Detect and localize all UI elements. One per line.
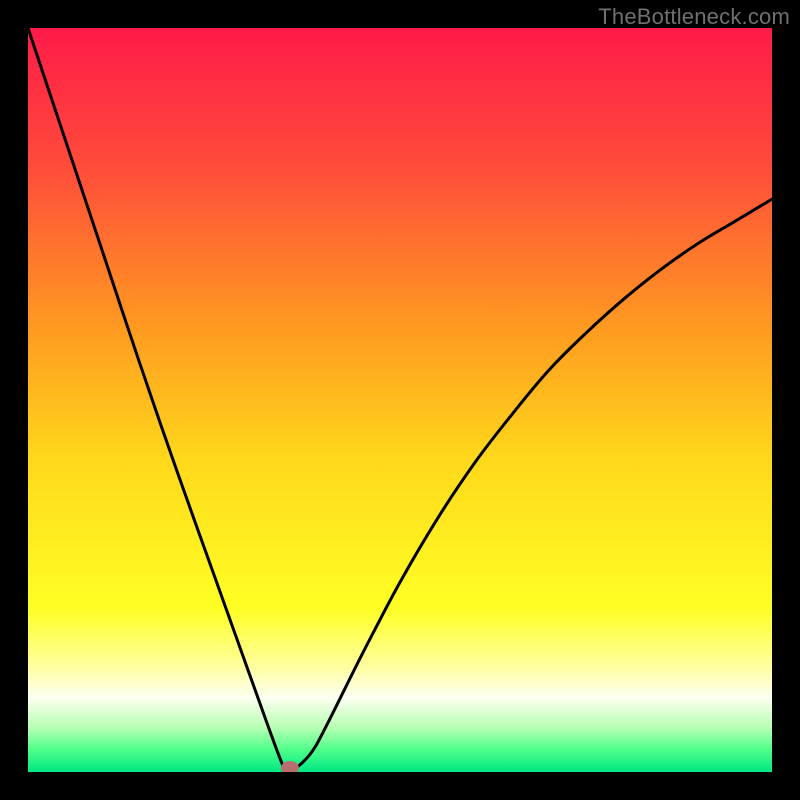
plot-area [28, 28, 772, 772]
watermark-text: TheBottleneck.com [598, 4, 790, 30]
chart-frame: TheBottleneck.com [0, 0, 800, 800]
chart-svg [28, 28, 772, 772]
gradient-rect [28, 28, 772, 772]
